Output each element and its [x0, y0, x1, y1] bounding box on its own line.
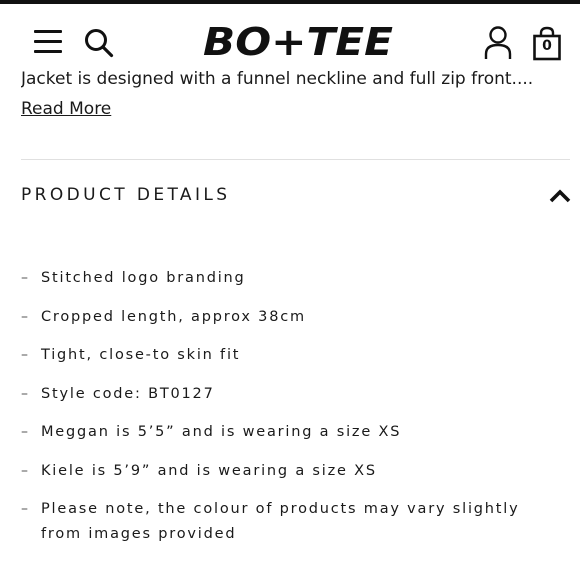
product-details-list: – Stitched logo branding – Cropped length,…: [21, 266, 561, 547]
dash-bullet: –: [21, 501, 28, 517]
dash-bullet: –: [21, 462, 28, 479]
list-item: – Stitched logo branding: [21, 266, 561, 291]
user-icon[interactable]: [484, 26, 512, 60]
search-icon[interactable]: [84, 28, 114, 58]
product-description: Jacket is designed with a funnel necklin…: [21, 69, 534, 89]
read-more-link[interactable]: Read More: [21, 99, 111, 119]
list-item-text: Cropped length, approx 38cm: [41, 308, 306, 325]
product-details-heading[interactable]: PRODUCT DETAILS: [21, 185, 230, 205]
bag-count-badge: 0: [542, 38, 552, 54]
list-item-text: Stitched logo branding: [41, 270, 246, 286]
list-item: – Kiele is 5’9” and is wearing a size XS: [21, 459, 561, 484]
shopping-bag-button[interactable]: 0: [532, 26, 562, 62]
hamburger-icon[interactable]: [34, 30, 62, 54]
brand-logo[interactable]: BO+TEE: [201, 22, 395, 62]
list-item-text: Style code: BT0127: [41, 385, 215, 402]
list-item: – Meggan is 5’5” and is wearing a size XS: [21, 420, 561, 445]
chevron-up-icon[interactable]: [549, 189, 571, 203]
list-item: – Tight, close-to skin fit: [21, 343, 561, 368]
logo-text: BO+TEE: [203, 22, 393, 62]
list-item: – Cropped length, approx 38cm: [21, 305, 561, 330]
list-item-text: Meggan is 5’5” and is wearing a size XS: [41, 424, 402, 440]
list-item: – Please note, the colour of products may…: [21, 497, 561, 547]
list-item: – Style code: BT0127: [21, 382, 561, 407]
dash-bullet: –: [21, 347, 28, 363]
section-divider: [21, 159, 570, 160]
dash-bullet: –: [21, 270, 28, 286]
dash-bullet: –: [21, 424, 28, 440]
site-header: BO+TEE 0: [0, 4, 580, 68]
dash-bullet: –: [21, 385, 28, 402]
list-item-text: Please note, the colour of products may …: [41, 501, 520, 542]
list-item-text: Kiele is 5’9” and is wearing a size XS: [41, 462, 377, 479]
list-item-text: Tight, close-to skin fit: [41, 347, 241, 363]
dash-bullet: –: [21, 308, 28, 325]
